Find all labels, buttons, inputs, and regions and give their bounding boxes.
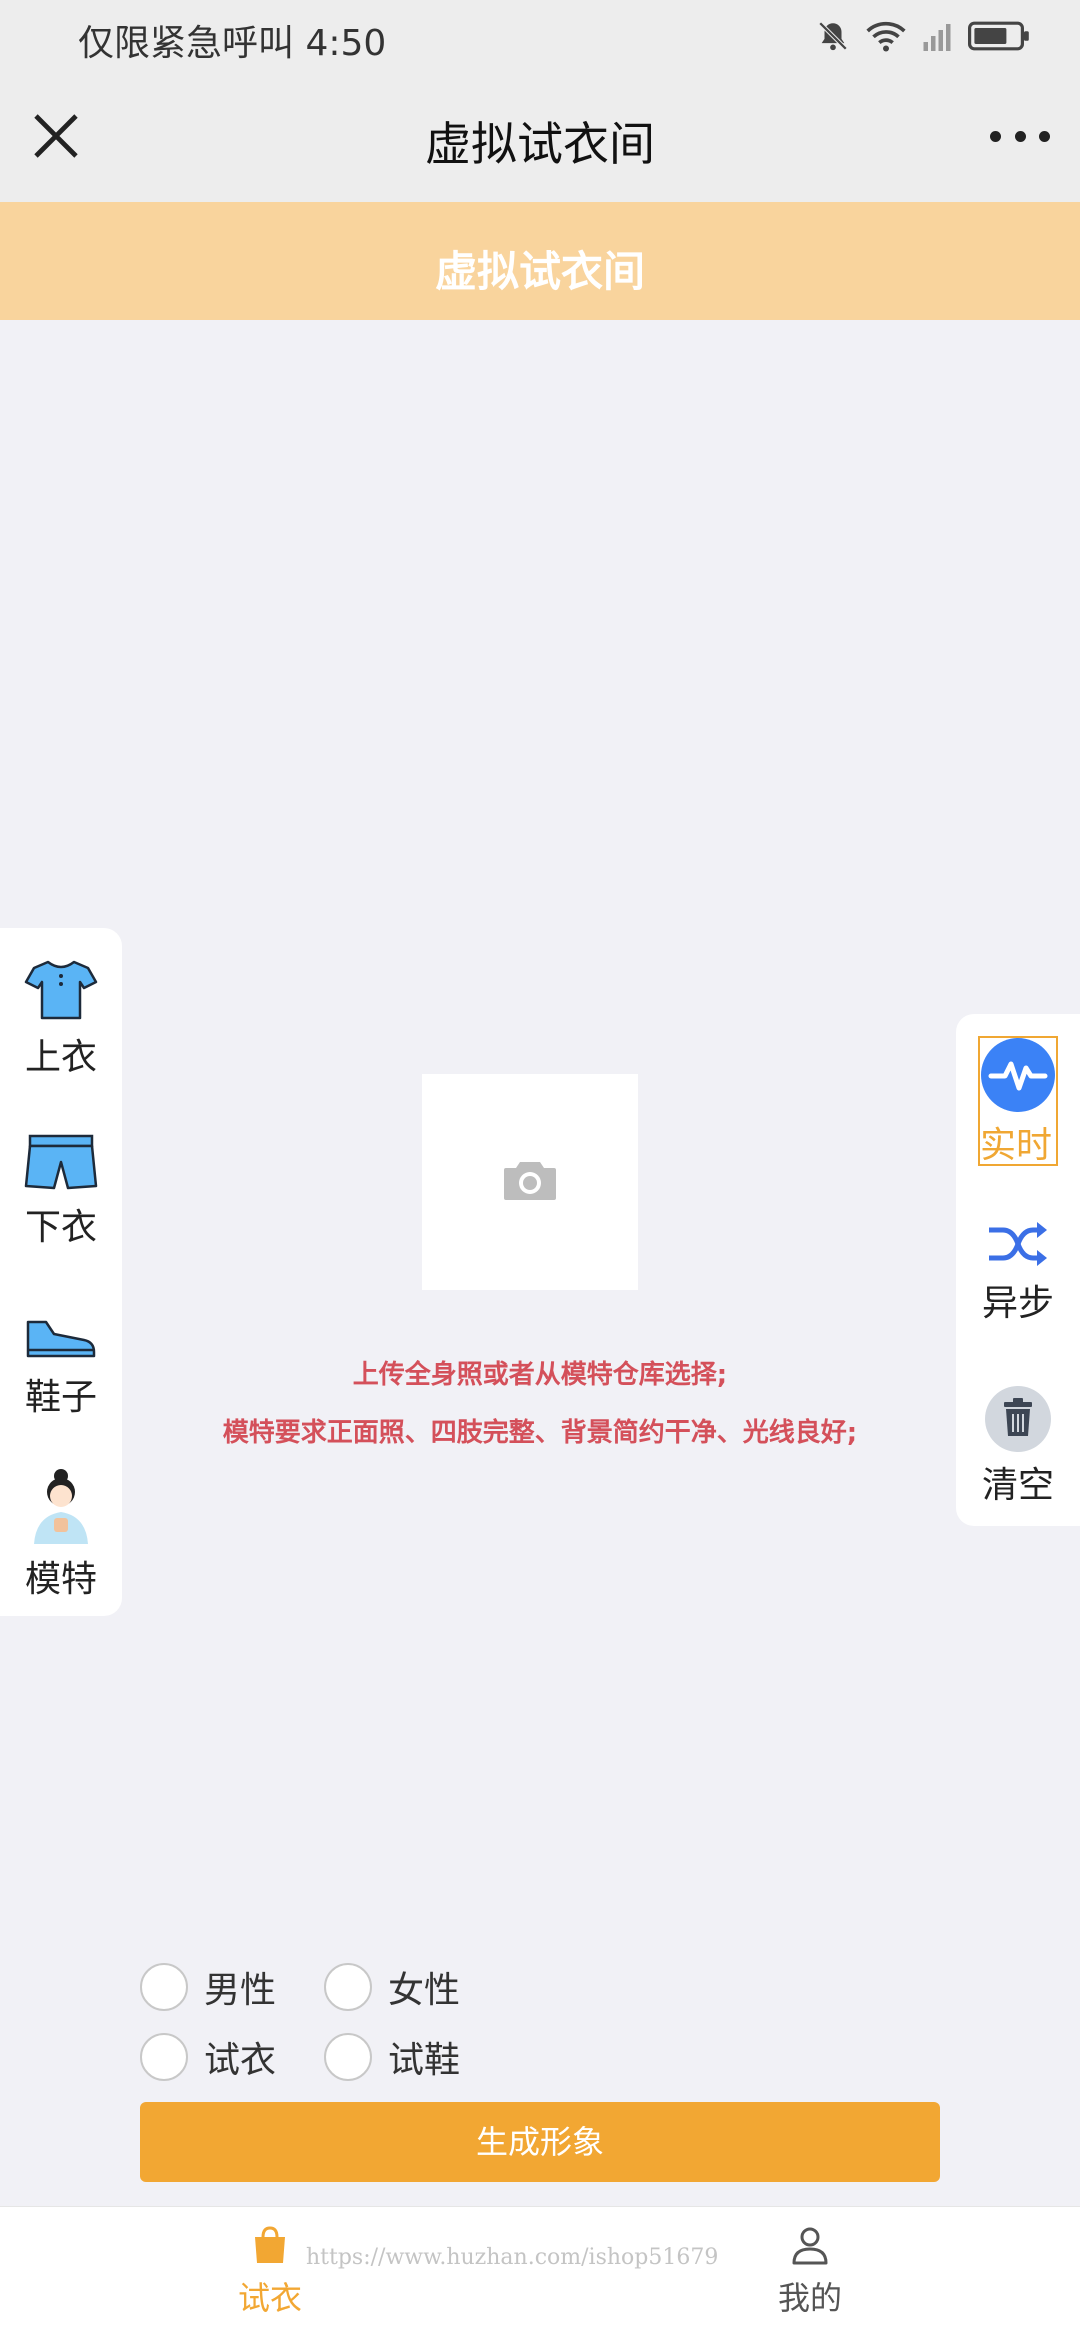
radio-male-circle[interactable] <box>140 1963 188 2011</box>
camera-icon <box>504 1162 556 1200</box>
left-tool-panel: 上衣 下衣 鞋子 模特 <box>0 928 122 1616</box>
status-text: 仅限紧急呼叫 4:50 <box>78 23 387 64</box>
radio-try-clothes[interactable]: 试衣 <box>140 2031 324 2083</box>
tab-bar: 试衣 我的 https://www.huzhan.com/ishop51679 <box>0 2206 1080 2340</box>
hint-requirements: 模特要求正面照、四肢完整、背景简约干净、光线良好; <box>222 1418 858 1448</box>
battery-icon <box>968 21 1029 51</box>
tool-shorts-label: 下衣 <box>24 1207 97 1248</box>
radio-female-circle[interactable] <box>324 1963 372 2011</box>
generate-button[interactable]: 生成形象 <box>140 2102 940 2182</box>
banner-title: 虚拟试衣间 <box>434 247 645 296</box>
tool-clear-label: 清空 <box>981 1465 1054 1506</box>
user-icon <box>792 2227 828 2265</box>
tool-model[interactable]: 模特 <box>0 1466 122 1602</box>
wifi-icon <box>866 21 906 52</box>
radio-try-shoes-label: 试鞋 <box>388 2040 461 2081</box>
tool-realtime[interactable]: 实时 <box>978 1036 1058 1166</box>
watermark: https://www.huzhan.com/ishop51679 <box>306 2245 719 2270</box>
tool-shirt[interactable]: 上衣 <box>0 958 122 1080</box>
mode-options: 试衣 试鞋 <box>140 2032 508 2082</box>
tab-mine[interactable]: 我的 <box>740 2225 880 2319</box>
model-icon <box>34 1469 88 1544</box>
shirt-icon <box>24 960 98 1020</box>
radio-try-clothes-label: 试衣 <box>204 2040 277 2081</box>
radio-female[interactable]: 女性 <box>324 1961 508 2013</box>
page-title: 虚拟试衣间 <box>425 117 655 171</box>
more-icon[interactable] <box>990 118 1050 154</box>
radio-try-shoes-circle[interactable] <box>324 2033 372 2081</box>
bell-off-icon <box>818 21 848 51</box>
tab-mine-label: 我的 <box>777 2279 842 2317</box>
tool-shirt-label: 上衣 <box>24 1037 97 1078</box>
tool-async[interactable]: 异步 <box>956 1218 1080 1326</box>
radio-female-label: 女性 <box>388 1970 461 2011</box>
nav-bar: 虚拟试衣间 <box>0 72 1080 202</box>
signal-icon <box>923 24 951 51</box>
hint-upload: 上传全身照或者从模特仓库选择; <box>352 1360 728 1390</box>
tab-try-on-label: 试衣 <box>237 2279 302 2317</box>
radio-try-clothes-circle[interactable] <box>140 2033 188 2081</box>
radio-try-shoes[interactable]: 试鞋 <box>324 2031 508 2083</box>
right-tool-panel: 实时 异步 清空 <box>956 1014 1080 1526</box>
banner: 虚拟试衣间 <box>0 202 1080 320</box>
status-bar: 仅限紧急呼叫 4:50 <box>0 0 1080 72</box>
tool-model-label: 模特 <box>24 1559 97 1600</box>
gender-options: 男性 女性 <box>140 1962 508 2012</box>
radio-male-label: 男性 <box>204 1970 277 2011</box>
tool-realtime-label: 实时 <box>980 1125 1053 1166</box>
status-icons <box>816 14 1032 58</box>
tool-shorts[interactable]: 下衣 <box>0 1132 122 1250</box>
shopping-bag-icon <box>255 2226 285 2263</box>
pulse-icon <box>981 1038 1055 1112</box>
shuffle-icon <box>989 1222 1047 1266</box>
radio-male[interactable]: 男性 <box>140 1961 324 2013</box>
tab-try-on[interactable]: 试衣 <box>200 2225 340 2319</box>
upload-photo-box[interactable] <box>422 1074 638 1290</box>
shorts-icon <box>24 1134 98 1190</box>
tool-async-label: 异步 <box>981 1283 1054 1324</box>
